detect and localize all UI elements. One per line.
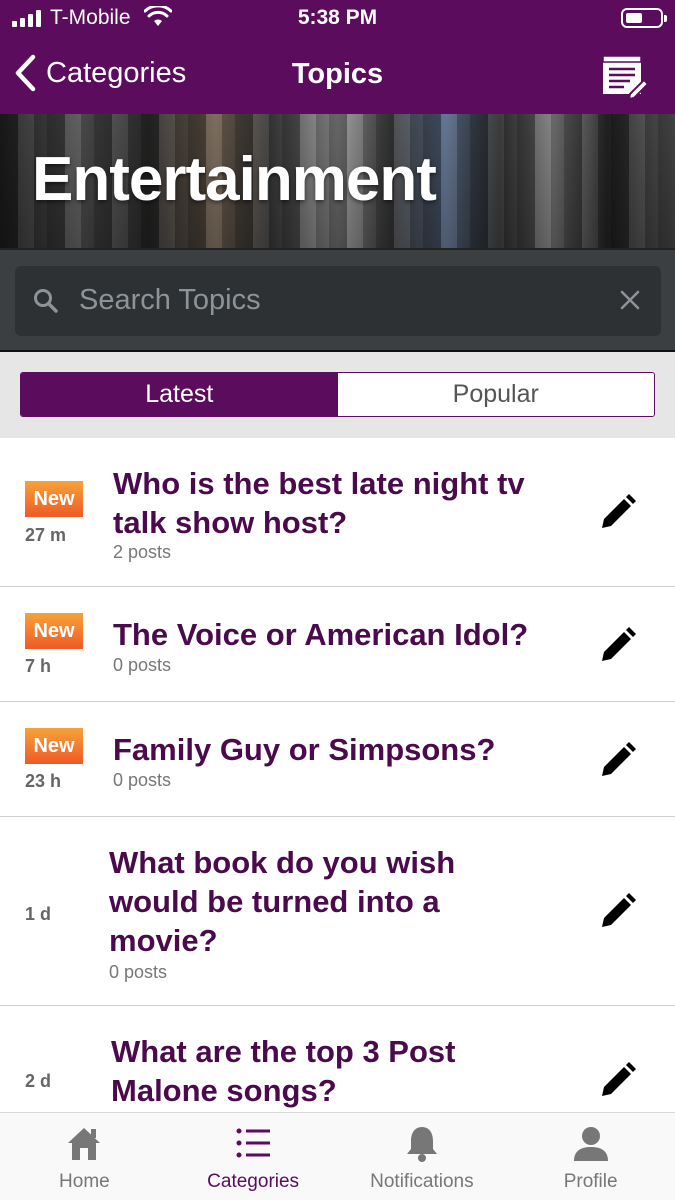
pencil-icon[interactable] (598, 1060, 638, 1100)
battery-icon (621, 8, 667, 28)
compose-icon[interactable] (600, 52, 650, 102)
tab-bar: Home Categories Notifications Profile (0, 1112, 675, 1200)
category-banner: Entertainment (0, 114, 675, 248)
close-icon[interactable] (618, 288, 642, 312)
status-bar: T-Mobile 5:38 PM (0, 0, 675, 38)
topic-age: 7 h (25, 656, 52, 676)
topic-row[interactable]: New 23 h Family Guy or Simpsons? 0 posts (0, 702, 675, 817)
search-field[interactable] (15, 266, 661, 336)
home-icon (68, 1128, 101, 1160)
page-title: Topics (291, 58, 384, 90)
pencil-icon[interactable] (598, 625, 638, 665)
topic-age: 23 h (25, 771, 62, 791)
tab-home[interactable]: Home (0, 1113, 169, 1200)
topic-title: What book do you wish would be turned in… (109, 845, 456, 958)
topic-age: 1 d (25, 904, 52, 924)
tab-profile-label: Profile (563, 1171, 618, 1192)
bell-icon (406, 1127, 437, 1162)
tab-notifications-label: Notifications (370, 1171, 474, 1192)
search-bar-container (0, 248, 675, 352)
tab-profile[interactable]: Profile (506, 1113, 675, 1200)
new-badge: New (25, 728, 83, 764)
navigation-bar: Categories Topics (0, 38, 675, 114)
post-count: 0 posts (113, 655, 172, 675)
pencil-icon[interactable] (598, 492, 638, 532)
segment-container: Latest Popular (0, 352, 675, 438)
topic-row[interactable]: 1 d What book do you wish would be turne… (0, 817, 675, 1006)
tab-latest[interactable]: Latest (21, 373, 338, 416)
pencil-icon[interactable] (598, 891, 638, 931)
search-input[interactable] (79, 280, 599, 320)
new-badge: New (25, 481, 83, 517)
list-icon (236, 1128, 271, 1158)
topic-title: What are the top 3 Post Malone songs? (111, 1034, 456, 1108)
new-badge: New (25, 613, 83, 649)
topic-title: Who is the best late night tv talk show … (113, 466, 525, 540)
tab-popular[interactable]: Popular (337, 373, 654, 416)
topic-row[interactable]: New 27 m Who is the best late night tv t… (0, 438, 675, 587)
search-icon (34, 289, 58, 313)
top-bar: T-Mobile 5:38 PM Categories Topics (0, 0, 675, 114)
category-title: Entertainment (32, 145, 437, 214)
topic-age: 27 m (25, 525, 67, 545)
topic-list: New 27 m Who is the best late night tv t… (0, 438, 675, 1112)
topic-title: The Voice or American Idol? (113, 617, 529, 652)
post-count: 0 posts (109, 962, 168, 982)
topic-age: 2 d (25, 1071, 52, 1091)
pencil-icon[interactable] (598, 740, 638, 780)
tab-categories-label: Categories (207, 1171, 300, 1192)
post-count: 2 posts (113, 542, 172, 562)
topic-title: Family Guy or Simpsons? (113, 732, 496, 767)
tab-categories[interactable]: Categories (169, 1113, 338, 1200)
tab-notifications[interactable]: Notifications (338, 1113, 507, 1200)
tab-home-label: Home (59, 1171, 110, 1192)
segmented-control: Latest Popular (20, 372, 655, 417)
post-count: 0 posts (113, 770, 172, 790)
topic-row[interactable]: 2 d What are the top 3 Post Malone songs… (0, 1006, 675, 1112)
person-icon (573, 1127, 608, 1161)
clock: 5:38 PM (297, 6, 378, 29)
topic-row[interactable]: New 7 h The Voice or American Idol? 0 po… (0, 587, 675, 702)
